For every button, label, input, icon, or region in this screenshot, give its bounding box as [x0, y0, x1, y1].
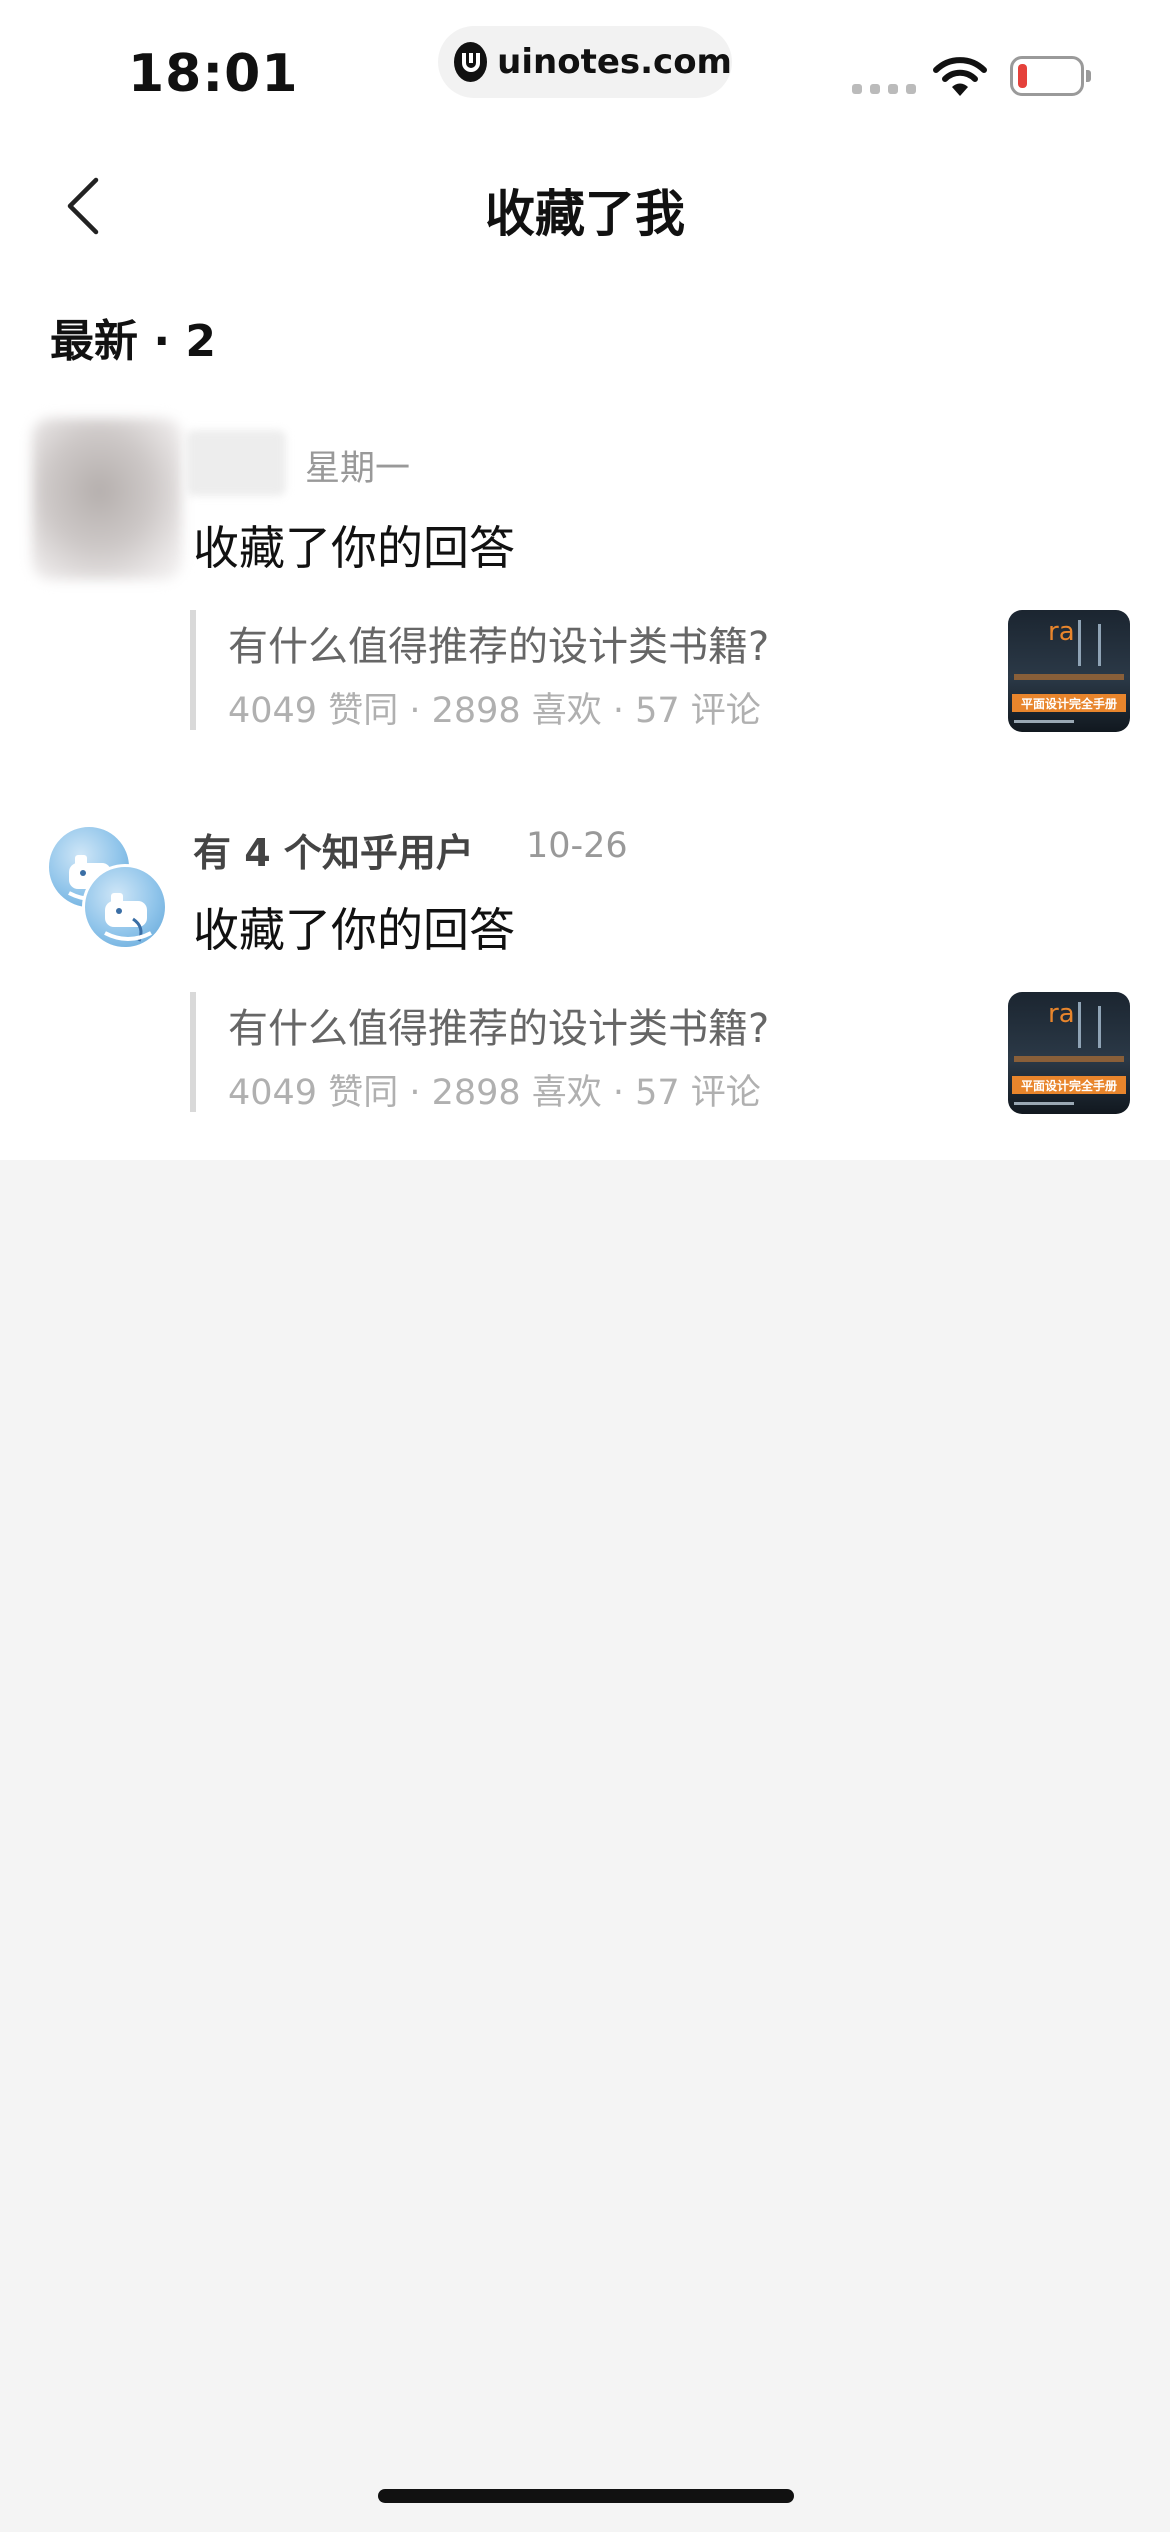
default-avatar-icon: [104, 893, 152, 942]
question-title: 有什么值得推荐的设计类书籍?: [228, 624, 770, 670]
battery-icon: [1010, 56, 1091, 96]
notification-item[interactable]: 星期一 收藏了你的回答 有什么值得推荐的设计类书籍? 4049 赞同 · 289…: [0, 418, 1170, 748]
notification-item[interactable]: 有 4 个知乎用户 10-26 收藏了你的回答 有什么值得推荐的设计类书籍? 4…: [0, 800, 1170, 1130]
screen: 18:01 uinotes.com 收藏了我 最新 · 2 星期一 收藏了你的回…: [0, 0, 1170, 2532]
notification-user[interactable]: 有 4 个知乎用户: [193, 822, 474, 877]
url-text: uinotes.com: [497, 42, 732, 82]
status-bar: 18:01 uinotes.com: [0, 0, 1170, 140]
svg-text:ra: ra: [1048, 617, 1075, 647]
user-name-blurred[interactable]: [186, 430, 286, 496]
question-title: 有什么值得推荐的设计类书籍?: [228, 1006, 770, 1052]
svg-text:ra: ra: [1048, 999, 1075, 1029]
avatar[interactable]: [32, 418, 182, 580]
notification-action: 收藏了你的回答: [193, 903, 515, 957]
answer-quote-card[interactable]: 有什么值得推荐的设计类书籍? 4049 赞同 · 2898 喜欢 · 57 评论…: [190, 992, 1130, 1114]
home-indicator[interactable]: [378, 2489, 794, 2503]
answer-quote-card[interactable]: 有什么值得推荐的设计类书籍? 4049 赞同 · 2898 喜欢 · 57 评论…: [190, 610, 1130, 732]
avatar-stack[interactable]: [46, 824, 176, 954]
page-title: 收藏了我: [485, 185, 685, 243]
url-pill[interactable]: uinotes.com: [438, 26, 732, 98]
notification-date: 10-26: [526, 826, 628, 866]
status-time: 18:01: [128, 44, 299, 104]
answer-stats: 4049 赞同 · 2898 喜欢 · 57 评论: [228, 1073, 761, 1113]
notification-action: 收藏了你的回答: [193, 521, 515, 575]
wifi-icon: [932, 56, 988, 102]
signal-icon: [852, 84, 916, 94]
battery-level: [1018, 64, 1027, 88]
answer-thumbnail: ra 平面设计完全手册: [1008, 610, 1130, 732]
section-header: 最新 · 2: [50, 316, 216, 367]
answer-stats: 4049 赞同 · 2898 喜欢 · 57 评论: [228, 691, 761, 731]
notification-date: 星期一: [305, 449, 411, 489]
thumb-caption: 平面设计完全手册: [1021, 1078, 1117, 1093]
answer-thumbnail: ra 平面设计完全手册: [1008, 992, 1130, 1114]
site-logo-icon: [454, 42, 488, 82]
thumb-caption: 平面设计完全手册: [1021, 696, 1117, 711]
avatar: [82, 864, 168, 950]
